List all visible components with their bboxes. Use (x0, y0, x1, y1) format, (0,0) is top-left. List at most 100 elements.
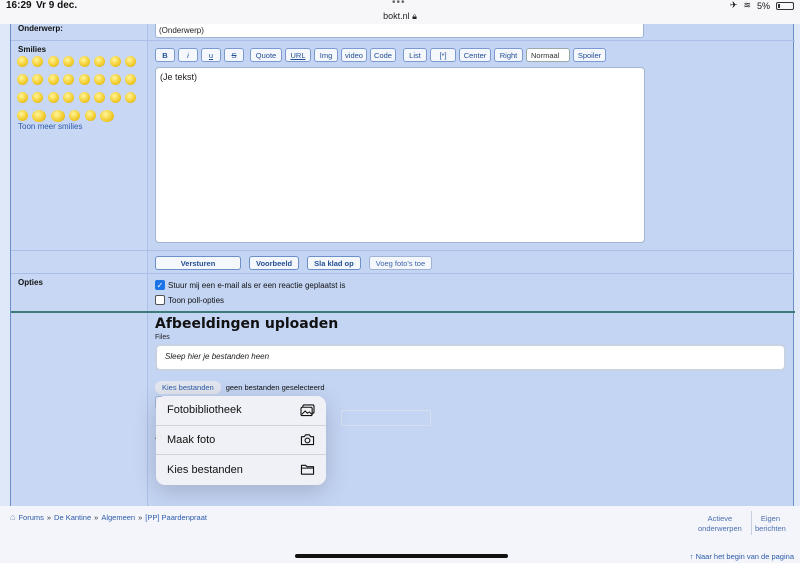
poll-option[interactable]: Toon poll-opties (155, 295, 224, 305)
status-bar: 16:29 Vr 9 dec. ••• bokt.nl 🔒︎ ✈ ≋ 5% (0, 0, 800, 24)
battery-percent: 5% (756, 0, 770, 11)
home-indicator[interactable] (295, 554, 508, 558)
email-option-label: Stuur mij een e-mail als er een reactie … (168, 280, 346, 290)
smiley-icon[interactable] (109, 74, 121, 86)
menu-item-label: Maak foto (167, 433, 216, 446)
smiley-icon[interactable] (47, 92, 59, 104)
address-url: bokt.nl (383, 11, 410, 21)
url-button[interactable]: URL (285, 48, 311, 62)
address-bar[interactable]: bokt.nl 🔒︎ (0, 11, 800, 22)
browser-page: 16:29 Vr 9 dec. ••• bokt.nl 🔒︎ ✈ ≋ 5% On… (0, 0, 800, 563)
message-textarea[interactable]: (Je tekst) (155, 67, 645, 243)
smiley-icon[interactable] (17, 92, 28, 104)
choose-files-button[interactable]: Kies bestanden (155, 381, 221, 394)
subject-input[interactable]: (Onderwerp) (155, 24, 644, 38)
submit-buttons: Versturen Voorbeeld Sla klad op Voeg fot… (155, 256, 433, 270)
smilies-label: Smilies (18, 45, 47, 54)
smiley-icon[interactable] (84, 110, 96, 122)
back-to-top-link[interactable]: ↑ Naar het begin van de pagina (690, 552, 794, 561)
add-photos-button[interactable]: Voeg foto's toe (368, 256, 433, 270)
smiley-icon[interactable] (47, 56, 59, 68)
active-topics-link[interactable]: Actieve onderwerpen (698, 514, 742, 534)
breadcrumb-separator: » (94, 512, 99, 522)
send-button[interactable]: Versturen (155, 256, 241, 270)
center-button[interactable]: Center (459, 48, 491, 62)
list-item-button[interactable]: [*] (430, 48, 456, 62)
right-button[interactable]: Right (494, 48, 523, 62)
smiley-icon[interactable] (17, 74, 28, 86)
smiley-icon[interactable] (109, 56, 121, 68)
breadcrumb-separator: » (138, 512, 143, 522)
page-footer: ⌂ Forums » De Kantine » Algemeen » [PP] … (0, 506, 800, 563)
save-draft-button[interactable]: Sla klad op (307, 256, 361, 270)
smiley-icon[interactable] (109, 92, 121, 104)
files-label: Files (155, 334, 170, 341)
font-size-select[interactable]: Normaal (526, 48, 570, 62)
smiley-icon[interactable] (78, 74, 90, 86)
footer-divider (751, 511, 752, 535)
no-files-text: geen bestanden geselecteerd (225, 383, 325, 392)
smiley-icon[interactable] (17, 56, 28, 68)
smiley-icon[interactable] (32, 74, 44, 86)
smiley-icon[interactable] (63, 74, 75, 86)
menu-item-choose-files[interactable]: Kies bestanden (156, 455, 326, 485)
breadcrumb-forums[interactable]: Forums (18, 513, 43, 522)
status-time: 16:29 (6, 0, 32, 11)
active-topics-line-2: onderwerpen (698, 524, 742, 533)
smiley-icon[interactable] (78, 92, 90, 104)
smiley-icon[interactable] (63, 56, 75, 68)
smiley-icon[interactable] (32, 56, 44, 68)
breadcrumb-kantine[interactable]: De Kantine (54, 513, 91, 522)
smiley-icon[interactable] (94, 56, 106, 68)
home-icon[interactable]: ⌂ (10, 512, 15, 522)
menu-item-take-photo[interactable]: Maak foto (156, 426, 326, 456)
smiley-icon[interactable] (100, 109, 115, 122)
smiley-icon[interactable] (32, 109, 47, 122)
italic-button[interactable]: i (178, 48, 198, 62)
code-button[interactable]: Code (370, 48, 396, 62)
smiley-icon[interactable] (47, 74, 59, 86)
status-date: Vr 9 dec. (36, 0, 78, 11)
show-more-smilies-link[interactable]: Toon meer smilies (18, 122, 82, 131)
format-toolbar: B i u S Quote URL Img video Code List [*… (155, 48, 606, 62)
camera-icon (300, 434, 315, 446)
smiley-icon[interactable] (63, 92, 75, 104)
menu-item-label: Kies bestanden (167, 463, 243, 476)
file-dropzone[interactable]: Sleep hier je bestanden heen (155, 344, 786, 371)
subject-label: Onderwerp: (18, 24, 63, 33)
smiley-icon[interactable] (125, 92, 137, 104)
smiley-icon[interactable] (78, 56, 90, 68)
smiley-icon[interactable] (69, 110, 81, 122)
menu-item-photo-library[interactable]: Fotobibliotheek (156, 396, 326, 426)
smiley-icon[interactable] (32, 92, 44, 104)
video-button[interactable]: video (341, 48, 367, 62)
smiley-icon[interactable] (17, 110, 28, 122)
hidden-field (341, 410, 431, 426)
list-button[interactable]: List (403, 48, 427, 62)
email-checkbox[interactable]: ✓ (155, 280, 165, 290)
breadcrumb-algemeen[interactable]: Algemeen (101, 513, 135, 522)
smiley-icon[interactable] (94, 74, 106, 86)
row-divider (11, 250, 795, 251)
smiley-icon[interactable] (50, 109, 65, 122)
spoiler-button[interactable]: Spoiler (573, 48, 606, 62)
photo-library-icon (300, 404, 315, 416)
smiley-icon[interactable] (125, 56, 137, 68)
smilies-grid (17, 55, 137, 127)
img-button[interactable]: Img (314, 48, 338, 62)
own-posts-link[interactable]: Eigen berichten (755, 514, 786, 534)
preview-button[interactable]: Voorbeeld (249, 256, 300, 270)
smiley-icon[interactable] (125, 74, 137, 86)
menu-item-label: Fotobibliotheek (167, 404, 242, 417)
smiley-icon[interactable] (94, 92, 106, 104)
poll-checkbox[interactable] (155, 295, 165, 305)
breadcrumb-paardenpraat[interactable]: [PP] Paardenpraat (145, 513, 207, 522)
multitask-dots-icon[interactable]: ••• (392, 0, 406, 8)
breadcrumb-separator: » (46, 512, 52, 522)
bold-button[interactable]: B (155, 48, 175, 62)
email-option[interactable]: ✓ Stuur mij een e-mail als er een reacti… (155, 280, 345, 290)
underline-button[interactable]: u (201, 48, 221, 62)
quote-button[interactable]: Quote (250, 48, 282, 62)
strikethrough-button[interactable]: S (224, 48, 244, 62)
post-form: Onderwerp: (Onderwerp) Smilies Toon meer… (10, 24, 795, 506)
